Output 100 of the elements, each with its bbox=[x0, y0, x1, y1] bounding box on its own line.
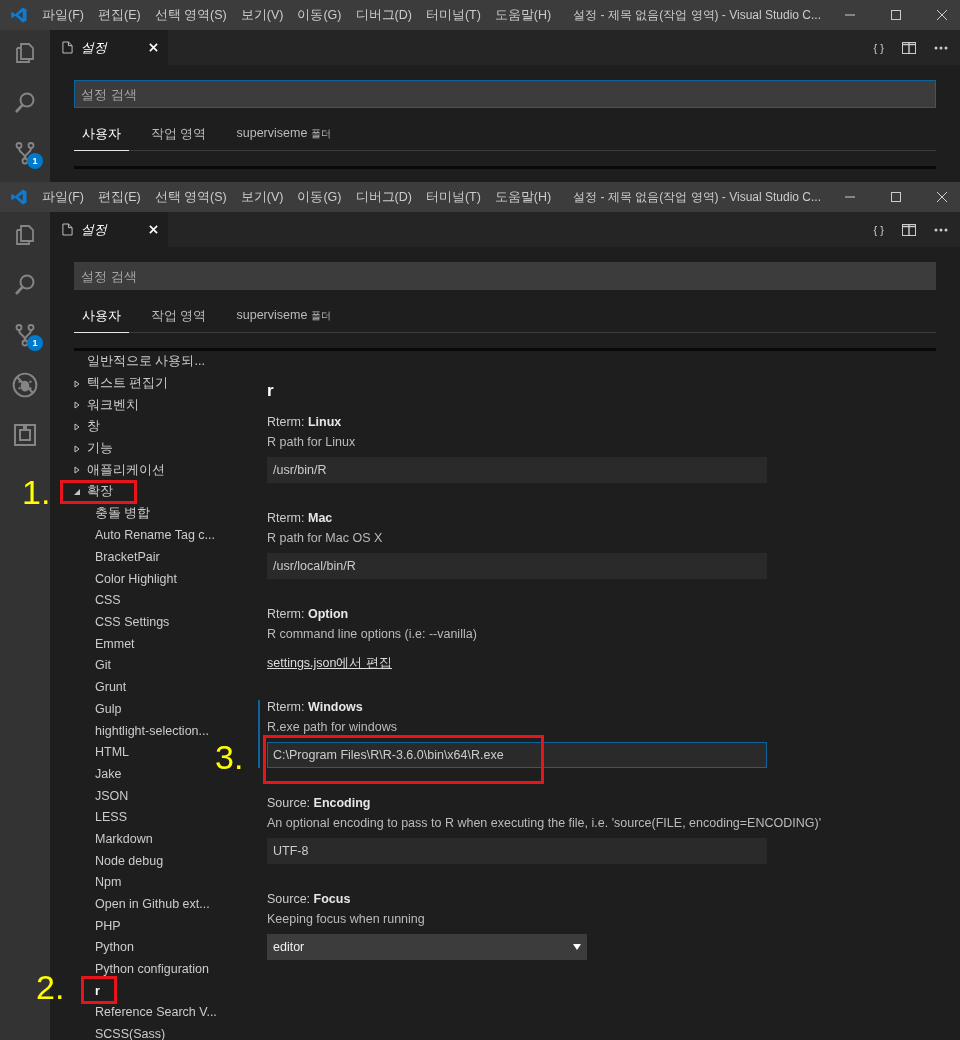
collapsed-triangle-icon[interactable] bbox=[73, 401, 81, 410]
tree-item[interactable]: hightlight-selection... bbox=[95, 723, 209, 738]
edit-link[interactable]: settings.json에서 편집 bbox=[267, 655, 392, 672]
menu-item[interactable]: 편집(E) bbox=[97, 188, 141, 206]
setting-description: R path for Linux bbox=[267, 435, 357, 449]
extensions-icon[interactable] bbox=[13, 423, 37, 447]
collapsed-triangle-icon[interactable] bbox=[73, 466, 81, 475]
tree-item[interactable]: Python bbox=[95, 940, 134, 955]
menu-item[interactable]: 선택 영역(S) bbox=[154, 188, 227, 206]
text-field[interactable]: /usr/local/bin/R bbox=[267, 553, 767, 579]
count-badge: 1 bbox=[27, 335, 43, 351]
tree-item[interactable]: Open in Github ext... bbox=[95, 897, 210, 912]
tree-item[interactable]: Emmet bbox=[95, 636, 135, 651]
more-icon[interactable] bbox=[934, 227, 948, 232]
setting-description: R path for Mac OS X bbox=[267, 531, 384, 545]
menu-item[interactable]: 이동(G) bbox=[297, 188, 342, 206]
collapsed-triangle-icon[interactable] bbox=[73, 444, 81, 453]
search-field[interactable]: 설정 검색 bbox=[74, 262, 936, 290]
tree-item[interactable]: 기능 bbox=[87, 440, 113, 458]
tree-item[interactable]: Color Highlight bbox=[95, 571, 177, 586]
tree-item[interactable]: Grunt bbox=[95, 680, 127, 695]
tree-item[interactable]: Jake bbox=[95, 766, 122, 781]
maximize-icon[interactable] bbox=[890, 191, 902, 203]
menu-item[interactable]: 디버그(D) bbox=[355, 188, 412, 206]
menu-item[interactable]: 보기(V) bbox=[240, 6, 284, 24]
tree-item[interactable]: Npm bbox=[95, 875, 122, 890]
menu-item[interactable]: 편집(E) bbox=[97, 6, 141, 24]
maximize-icon[interactable] bbox=[890, 9, 902, 21]
menu-item[interactable]: 디버그(D) bbox=[355, 6, 412, 24]
menu-item[interactable]: 파일(F) bbox=[42, 6, 84, 24]
menu-item[interactable]: 도움말(H) bbox=[494, 6, 552, 24]
editor-tab[interactable]: 설정 bbox=[50, 212, 168, 247]
menu-item[interactable]: 도움말(H) bbox=[494, 188, 552, 206]
tree-item[interactable]: 텍스트 편집기 bbox=[87, 375, 169, 393]
menu-item[interactable]: 선택 영역(S) bbox=[154, 6, 227, 24]
menu-item[interactable]: 보기(V) bbox=[240, 188, 284, 206]
text-field[interactable]: UTF-8 bbox=[267, 838, 767, 864]
open-json-button[interactable]: { } bbox=[873, 223, 884, 236]
tree-item[interactable]: HTML bbox=[95, 745, 130, 760]
file-icon bbox=[62, 41, 73, 54]
tree-item[interactable]: JSON bbox=[95, 788, 129, 803]
editor-tab[interactable]: 설정 bbox=[50, 30, 168, 65]
dropdown[interactable]: editor bbox=[267, 934, 587, 960]
scope-tab[interactable]: 작업 영역 bbox=[143, 122, 215, 151]
menu-item[interactable]: 이동(G) bbox=[297, 6, 342, 24]
more-icon[interactable] bbox=[934, 45, 948, 50]
menu-item[interactable]: 파일(F) bbox=[42, 188, 84, 206]
window-title: 설정 - 제목 없음(작업 영역) - Visual Studio C... bbox=[573, 6, 822, 24]
tree-item[interactable]: Markdown bbox=[95, 831, 153, 846]
tree-item[interactable]: LESS bbox=[95, 810, 127, 825]
tree-item[interactable]: 애플리케이션 bbox=[87, 461, 165, 479]
annotation-number: 3. bbox=[215, 740, 244, 774]
search-icon[interactable] bbox=[13, 273, 37, 297]
tree-item[interactable]: 일반적으로 사용되... bbox=[87, 353, 205, 371]
tree-item[interactable]: 워크벤치 bbox=[87, 396, 139, 414]
tree-item[interactable]: Git bbox=[95, 658, 111, 673]
tree-item[interactable]: Gulp bbox=[95, 701, 122, 716]
setting-title: Rterm: Mac bbox=[267, 511, 334, 525]
files-icon[interactable] bbox=[13, 41, 37, 65]
branch-icon[interactable] bbox=[13, 323, 37, 347]
text-field[interactable]: /usr/bin/R bbox=[267, 457, 767, 483]
tree-item[interactable]: Auto Rename Tag c... bbox=[95, 528, 215, 543]
search-field[interactable]: 설정 검색 bbox=[74, 80, 936, 108]
tree-item[interactable]: r bbox=[95, 983, 100, 998]
setting-description: An optional encoding to pass to R when executing the file, i.e. 'source(FILE, encoding=ENCODING)' bbox=[267, 816, 822, 830]
text-field[interactable]: C:\Program Files\R\R-3.6.0\bin\x64\R.exe bbox=[267, 742, 767, 768]
scope-tab[interactable]: 사용자 bbox=[74, 304, 129, 333]
tree-item[interactable]: CSS bbox=[95, 593, 121, 608]
highlight-box bbox=[81, 975, 117, 1004]
tree-item[interactable]: PHP bbox=[95, 918, 121, 933]
tree-item[interactable]: Node debug bbox=[95, 853, 164, 868]
branch-icon[interactable] bbox=[13, 141, 37, 165]
tree-item[interactable]: SCSS(Sass) bbox=[95, 1027, 166, 1040]
menu-item[interactable]: 터미널(T) bbox=[425, 6, 481, 24]
close-icon[interactable] bbox=[936, 191, 948, 203]
setting-description: Keeping focus when running bbox=[267, 912, 426, 926]
tree-item[interactable]: CSS Settings bbox=[95, 615, 170, 630]
open-json-button[interactable]: { } bbox=[873, 41, 884, 54]
tree-item[interactable]: 창 bbox=[87, 418, 100, 436]
split-editor-icon[interactable] bbox=[902, 41, 916, 54]
split-editor-icon[interactable] bbox=[902, 223, 916, 236]
tree-item[interactable]: Python configuration bbox=[95, 962, 209, 977]
menu-item[interactable]: 터미널(T) bbox=[425, 188, 481, 206]
tree-item[interactable]: BracketPair bbox=[95, 550, 160, 565]
scope-tab[interactable]: 사용자 bbox=[74, 122, 129, 151]
scope-tab[interactable]: superviseme 폴더 bbox=[228, 122, 340, 151]
scope-tab[interactable]: superviseme 폴더 bbox=[228, 304, 340, 333]
expanded-triangle-icon[interactable] bbox=[73, 487, 81, 496]
tree-item[interactable]: Reference Search V... bbox=[95, 1005, 217, 1020]
tree-item[interactable]: 확장 bbox=[87, 483, 113, 501]
collapsed-triangle-icon[interactable] bbox=[73, 422, 81, 431]
setting-title: Rterm: Linux bbox=[267, 415, 343, 429]
close-icon[interactable] bbox=[936, 9, 948, 21]
annotation-number: 2. bbox=[36, 969, 65, 1004]
tree-item[interactable]: 충돌 병합 bbox=[95, 505, 151, 523]
files-icon[interactable] bbox=[13, 223, 37, 247]
collapsed-triangle-icon[interactable] bbox=[73, 379, 81, 388]
search-icon[interactable] bbox=[13, 91, 37, 115]
debug-icon[interactable] bbox=[12, 372, 38, 398]
scope-tab[interactable]: 작업 영역 bbox=[143, 304, 215, 333]
